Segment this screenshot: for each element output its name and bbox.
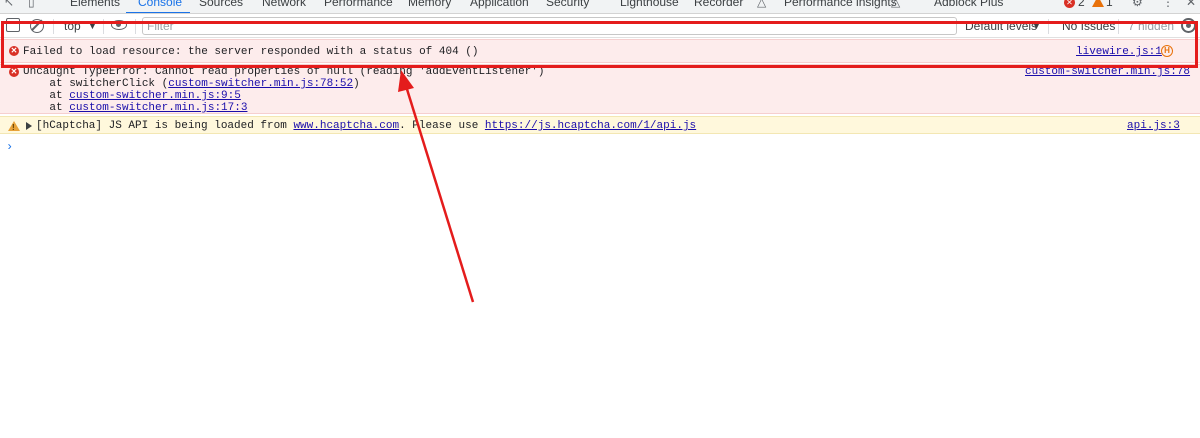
annotation-arrow — [398, 70, 475, 303]
annotation-arrow-line — [404, 85, 475, 303]
annotation-arrow-head — [398, 70, 414, 92]
